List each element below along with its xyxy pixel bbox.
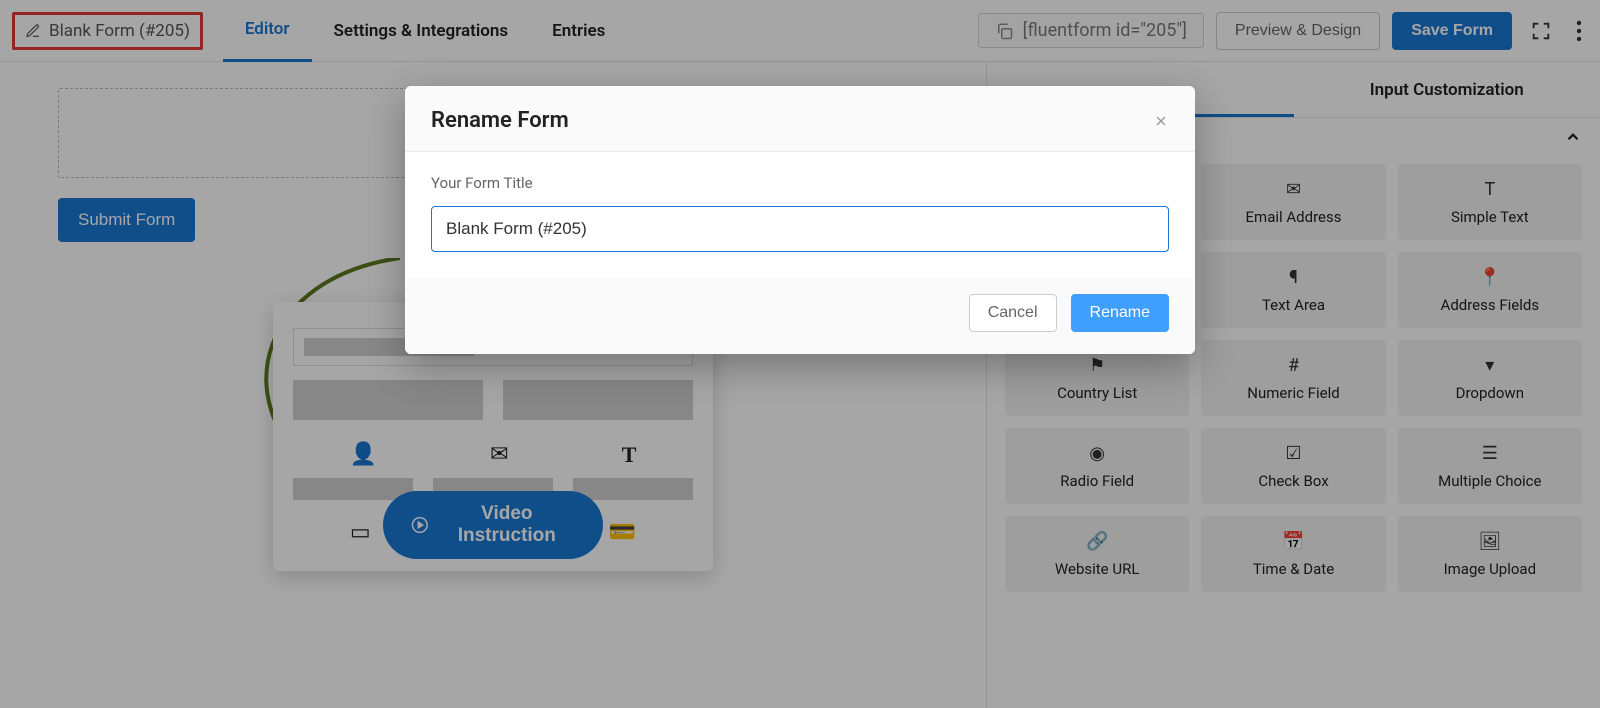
- form-title-label: Your Form Title: [431, 174, 1169, 192]
- close-icon[interactable]: [1153, 113, 1169, 129]
- form-title-input[interactable]: [431, 206, 1169, 252]
- cancel-button[interactable]: Cancel: [969, 294, 1057, 332]
- modal-title: Rename Form: [431, 108, 569, 133]
- rename-button[interactable]: Rename: [1071, 294, 1169, 332]
- rename-form-modal: Rename Form Your Form Title Cancel Renam…: [405, 86, 1195, 354]
